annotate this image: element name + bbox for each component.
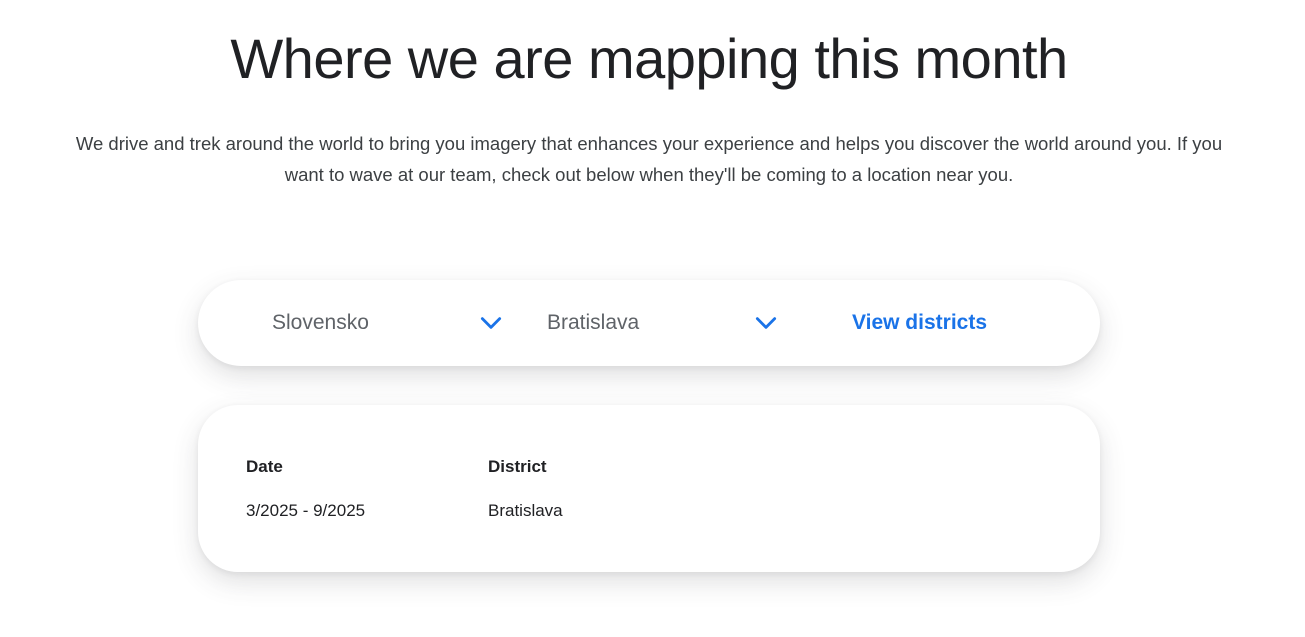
- chevron-down-icon[interactable]: [753, 310, 779, 336]
- city-select-value: Bratislava: [547, 311, 640, 334]
- chevron-down-icon[interactable]: [478, 310, 504, 336]
- results-table: Date District 3/2025 - 9/2025 Bratislava: [198, 405, 1100, 572]
- column-header-date: Date: [246, 457, 283, 476]
- column-header-district: District: [488, 457, 547, 476]
- intro-text: We drive and trek around the world to br…: [75, 133, 1223, 185]
- table-cell-date: 3/2025 - 9/2025: [246, 501, 366, 520]
- country-select[interactable]: Slovensko: [272, 280, 504, 366]
- location-selector-bar: Slovensko Bratislava View districts: [198, 280, 1100, 366]
- country-select-value: Slovensko: [272, 311, 369, 334]
- view-districts-link[interactable]: View districts: [852, 280, 987, 366]
- table-cell-district: Bratislava: [488, 501, 563, 520]
- page-title: Where we are mapping this month: [230, 27, 1068, 90]
- city-select[interactable]: Bratislava: [547, 280, 779, 366]
